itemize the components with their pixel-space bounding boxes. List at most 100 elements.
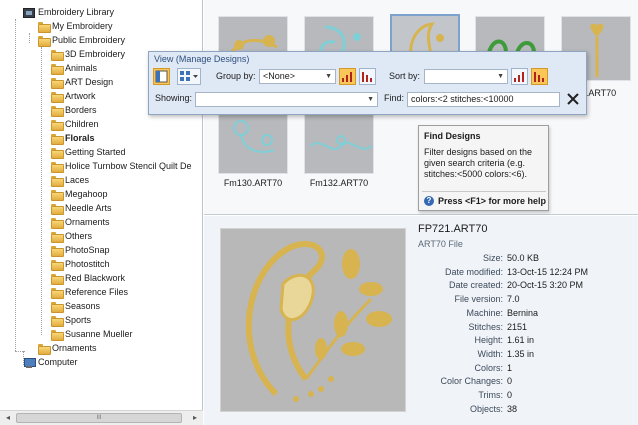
- tooltip-help-text: Press <F1> for more help: [438, 196, 547, 206]
- chevron-down-icon: ▼: [497, 73, 504, 80]
- folder-icon: [51, 288, 64, 299]
- find-designs-tooltip: Find Designs Filter designs based on the…: [418, 125, 549, 211]
- folder-icon: [51, 302, 64, 313]
- tree-node-susanne-mueller[interactable]: Susanne Mueller: [51, 328, 133, 341]
- folder-icon: [51, 246, 64, 257]
- tree-node-art-design[interactable]: ART Design: [51, 76, 113, 89]
- folder-icon: [51, 260, 64, 271]
- property-label: File version:: [454, 294, 503, 305]
- property-label: Stitches:: [468, 321, 503, 332]
- tree-horizontal-scrollbar[interactable]: ◂ III ▸: [0, 410, 203, 425]
- tree-node-ornaments[interactable]: Ornaments: [51, 216, 110, 229]
- showing-select[interactable]: ▼: [195, 92, 378, 107]
- property-label: Color Changes:: [440, 376, 503, 387]
- find-label: Find:: [384, 93, 405, 103]
- tree-node-needle-arts[interactable]: Needle Arts: [51, 202, 112, 215]
- tree-node-seasons[interactable]: Seasons: [51, 300, 100, 313]
- folder-icon: [51, 148, 64, 159]
- folder-icon: [51, 134, 64, 145]
- tree-node-ornaments[interactable]: Ornaments: [38, 342, 97, 355]
- sort-by-select[interactable]: ▼: [424, 69, 508, 84]
- property-label: Date created:: [448, 280, 503, 291]
- property-value: 2151: [507, 321, 528, 332]
- tree-node-photostitch[interactable]: Photostitch: [51, 258, 110, 271]
- tree-node-animals[interactable]: Animals: [51, 62, 97, 75]
- tree-node-3d-embroidery[interactable]: 3D Embroidery: [51, 48, 125, 61]
- design-preview: [220, 228, 406, 412]
- clear-find-button[interactable]: [564, 90, 582, 108]
- property-value: 0: [507, 390, 513, 400]
- folder-icon: [51, 232, 64, 243]
- property-label: Objects:: [469, 403, 503, 414]
- property-value: 1.61 in: [507, 335, 535, 346]
- sort-descending-icon: [534, 72, 544, 82]
- tree-node-laces[interactable]: Laces: [51, 174, 89, 187]
- scroll-left-arrow-icon[interactable]: ◂: [1, 411, 15, 425]
- property-label: Colors:: [474, 362, 503, 373]
- tree-node-others[interactable]: Others: [51, 230, 92, 243]
- chevron-down-icon: ▼: [367, 96, 374, 103]
- tree-node-holice-turnbow-stencil-quilt-de[interactable]: Holice Turnbow Stencil Quilt De: [51, 160, 192, 173]
- folder-icon: [51, 50, 64, 61]
- sort-ascending-button[interactable]: [511, 68, 528, 85]
- group-by-select[interactable]: <None> ▼: [259, 69, 336, 84]
- sort-ascending-icon: [342, 72, 352, 82]
- tree-node-megahoop[interactable]: Megahoop: [51, 188, 108, 201]
- folder-icon: [51, 316, 64, 327]
- close-icon: [567, 93, 579, 105]
- tooltip-title: Find Designs: [424, 131, 481, 141]
- tree-node-photosnap[interactable]: PhotoSnap: [51, 244, 110, 257]
- computer-icon: [23, 357, 36, 368]
- gold-paisley-embroidery-icon: [245, 241, 392, 402]
- tree-node-borders[interactable]: Borders: [51, 104, 97, 117]
- scroll-right-arrow-icon[interactable]: ▸: [188, 411, 202, 425]
- sort-by-label: Sort by:: [389, 71, 421, 81]
- folder-icon: [51, 106, 64, 117]
- group-ascending-button[interactable]: [339, 68, 356, 85]
- help-icon: ?: [424, 196, 434, 206]
- property-value: 13-Oct-15 12:24 PM: [507, 266, 589, 277]
- tree-node-embroidery-library[interactable]: Embroidery Library: [23, 6, 114, 19]
- scroll-thumb[interactable]: III: [16, 413, 182, 423]
- property-value: 50.0 KB: [507, 253, 540, 263]
- tree-node-artwork[interactable]: Artwork: [51, 90, 96, 103]
- tree-node-public-embroidery[interactable]: Public Embroidery: [38, 34, 125, 47]
- tree-node-getting-started[interactable]: Getting Started: [51, 146, 126, 159]
- design-filename: FP721.ART70: [418, 223, 488, 235]
- view-manage-designs-toolbar[interactable]: View (Manage Designs) Group by: <None> ▼…: [148, 51, 587, 115]
- property-value: 7.0: [507, 294, 520, 305]
- folder-open-icon: [38, 36, 51, 47]
- tree-node-reference-files[interactable]: Reference Files: [51, 286, 128, 299]
- pane-layout-icon: [155, 70, 168, 83]
- showing-label: Showing:: [155, 93, 193, 103]
- folder-icon: [51, 64, 64, 75]
- design-thumbnail[interactable]: [218, 109, 288, 174]
- toolbar-title: View (Manage Designs): [154, 54, 250, 64]
- tree-node-computer[interactable]: Computer: [23, 356, 78, 369]
- folder-icon: [38, 22, 51, 33]
- folder-icon: [51, 204, 64, 215]
- thumbnail-grid-icon: [180, 71, 198, 81]
- property-label: Machine:: [466, 307, 503, 318]
- thumbnail-size-button[interactable]: [177, 68, 201, 85]
- tree-node-sports[interactable]: Sports: [51, 314, 91, 327]
- property-label: Date modified:: [444, 266, 503, 277]
- group-descending-button[interactable]: [359, 68, 376, 85]
- find-input[interactable]: colors:<2 stitches:<10000: [407, 92, 560, 107]
- design-properties: Size: 50.0 KB Date modified: 13-Oct-15 12:2…: [418, 253, 638, 423]
- thumbnail-label: Fm132.ART70: [309, 178, 369, 188]
- property-value: Bernina: [507, 307, 539, 318]
- folder-icon: [51, 218, 64, 229]
- folder-icon: [51, 78, 64, 89]
- tree-node-children[interactable]: Children: [51, 118, 99, 131]
- toggle-view-pane-button[interactable]: [153, 68, 170, 85]
- design-thumbnail[interactable]: [304, 109, 374, 174]
- sort-descending-button[interactable]: [531, 68, 548, 85]
- folder-icon: [51, 274, 64, 285]
- tree-node-my-embroidery[interactable]: My Embroidery: [38, 20, 113, 33]
- folder-icon: [51, 330, 64, 341]
- tree-node-red-blackwork[interactable]: Red Blackwork: [51, 272, 125, 285]
- teal-border-design-icon: [310, 135, 372, 150]
- tree-node-florals[interactable]: Florals: [51, 132, 95, 145]
- folder-icon: [51, 190, 64, 201]
